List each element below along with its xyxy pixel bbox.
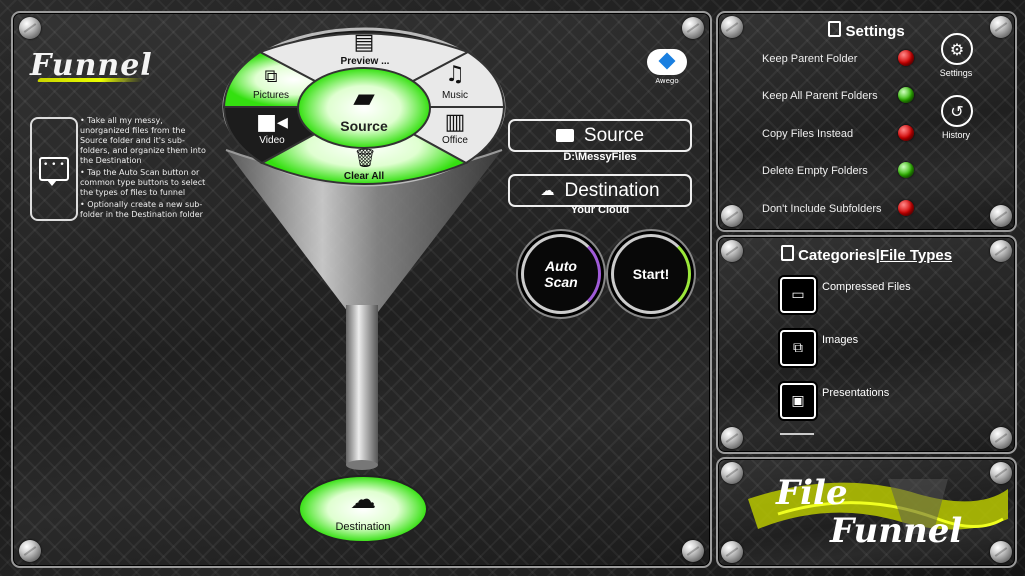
pictures-icon: ⧉ [264,66,278,87]
segment-music[interactable]: Music [432,90,478,101]
screw [990,427,1012,449]
chat-icon [39,157,69,186]
presentations-icon[interactable]: ▣ [780,383,816,419]
settings-button-label: Settings [939,68,973,78]
screw [990,205,1012,227]
help-line: Tap the Auto Scan button or common type … [80,168,212,198]
segment-video[interactable]: Video [250,135,294,146]
setting-label: Delete Empty Folders [762,165,868,177]
music-icon: ♫ [445,62,465,87]
segment-source[interactable]: Source [329,118,399,134]
setting-toggle[interactable] [898,87,914,103]
dropbox-icon [647,49,687,75]
compressed-files-icon[interactable]: ▭ [780,277,816,313]
setting-toggle[interactable] [898,50,914,66]
cloud-provider-button[interactable]: Awego [643,47,691,87]
settings-title-icon [828,21,842,37]
help-text: Take all my messy, unorganized files fro… [80,116,212,222]
category-label[interactable]: Compressed Files [822,281,911,293]
category-label[interactable]: Presentations [822,387,889,399]
auto-scan-line1: Auto [545,258,577,274]
start-button-label: Start! [632,266,670,282]
cloud-icon: ☁ [540,182,555,198]
segment-pictures[interactable]: Pictures [245,90,297,101]
brand-line1: File [776,473,848,513]
setting-label: Keep All Parent Folders [762,90,878,102]
setting-toggle[interactable] [898,162,914,178]
screw [19,17,41,39]
category-label[interactable]: Images [822,334,858,346]
screw [721,205,743,227]
destination-button-label: Destination [564,179,660,201]
office-icon: ▥ [444,110,466,135]
brand-panel: File Funnel [716,457,1017,568]
source-button[interactable]: Source [508,119,692,152]
tab-categories[interactable]: Categories [798,247,876,264]
setting-label: Don't Include Subfolders [762,203,882,215]
categories-title-icon [780,245,794,261]
segment-preview[interactable]: Preview ... [320,56,410,67]
cloud-provider-name: Awego [655,77,679,85]
help-line: Take all my messy, unorganized files fro… [80,116,212,166]
categories-panel: Categories|File Types ▭ Compressed Files… [716,235,1017,454]
history-icon[interactable]: ↺ [941,95,973,127]
images-icon[interactable]: ⧉ [780,330,816,366]
setting-label: Keep Parent Folder [762,53,858,65]
screw [19,540,41,562]
brand-line2: Funnel [830,511,963,551]
destination-path: Your Cloud [570,204,630,216]
screw [721,427,743,449]
categories-title-row: Categories|File Types [718,245,1015,264]
video-icon: ■◂ [256,110,288,135]
cloud-icon: ☁ [350,485,376,515]
destination-button[interactable]: ☁ Destination [508,174,692,207]
settings-title: Settings [845,23,905,40]
tab-file-types[interactable]: File Types [880,247,952,264]
trash-icon: 🗑 [353,148,377,169]
segment-clear-all[interactable]: Clear All [329,171,399,182]
source-path: D:\MessyFiles [563,151,637,163]
settings-title-row: Settings [718,21,1015,40]
folder-icon: ▰ [353,81,375,114]
start-button[interactable]: Start! [611,234,691,314]
help-button[interactable] [30,117,78,221]
screw [682,540,704,562]
setting-label: Copy Files Instead [762,128,854,140]
settings-panel: Settings Keep Parent Folder Keep All Par… [716,11,1017,232]
destination-target[interactable]: Destination [320,521,406,533]
history-button-label: History [941,130,970,140]
auto-scan-line2: Scan [544,274,578,290]
help-line: Optionally create a new sub-folder in th… [80,200,212,220]
segment-office[interactable]: Office [432,135,478,146]
setting-toggle[interactable] [898,125,914,141]
source-button-label: Source [583,124,645,146]
auto-scan-button[interactable]: Auto Scan [521,234,601,314]
setting-toggle[interactable] [898,200,914,216]
list-scroll-hint [780,433,814,435]
logo-swoosh [36,78,145,82]
folder-icon [555,129,574,142]
screw [682,17,704,39]
gear-icon[interactable]: ⚙ [941,33,973,65]
preview-icon: ▤ [353,30,375,55]
